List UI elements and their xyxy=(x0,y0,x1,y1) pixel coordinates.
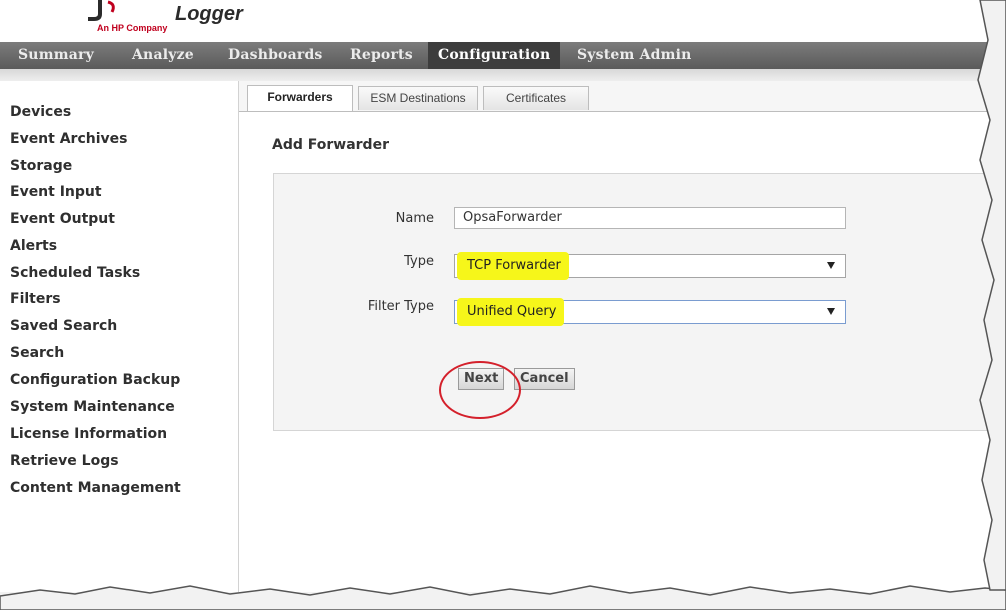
torn-edge-decoration xyxy=(0,0,1006,610)
